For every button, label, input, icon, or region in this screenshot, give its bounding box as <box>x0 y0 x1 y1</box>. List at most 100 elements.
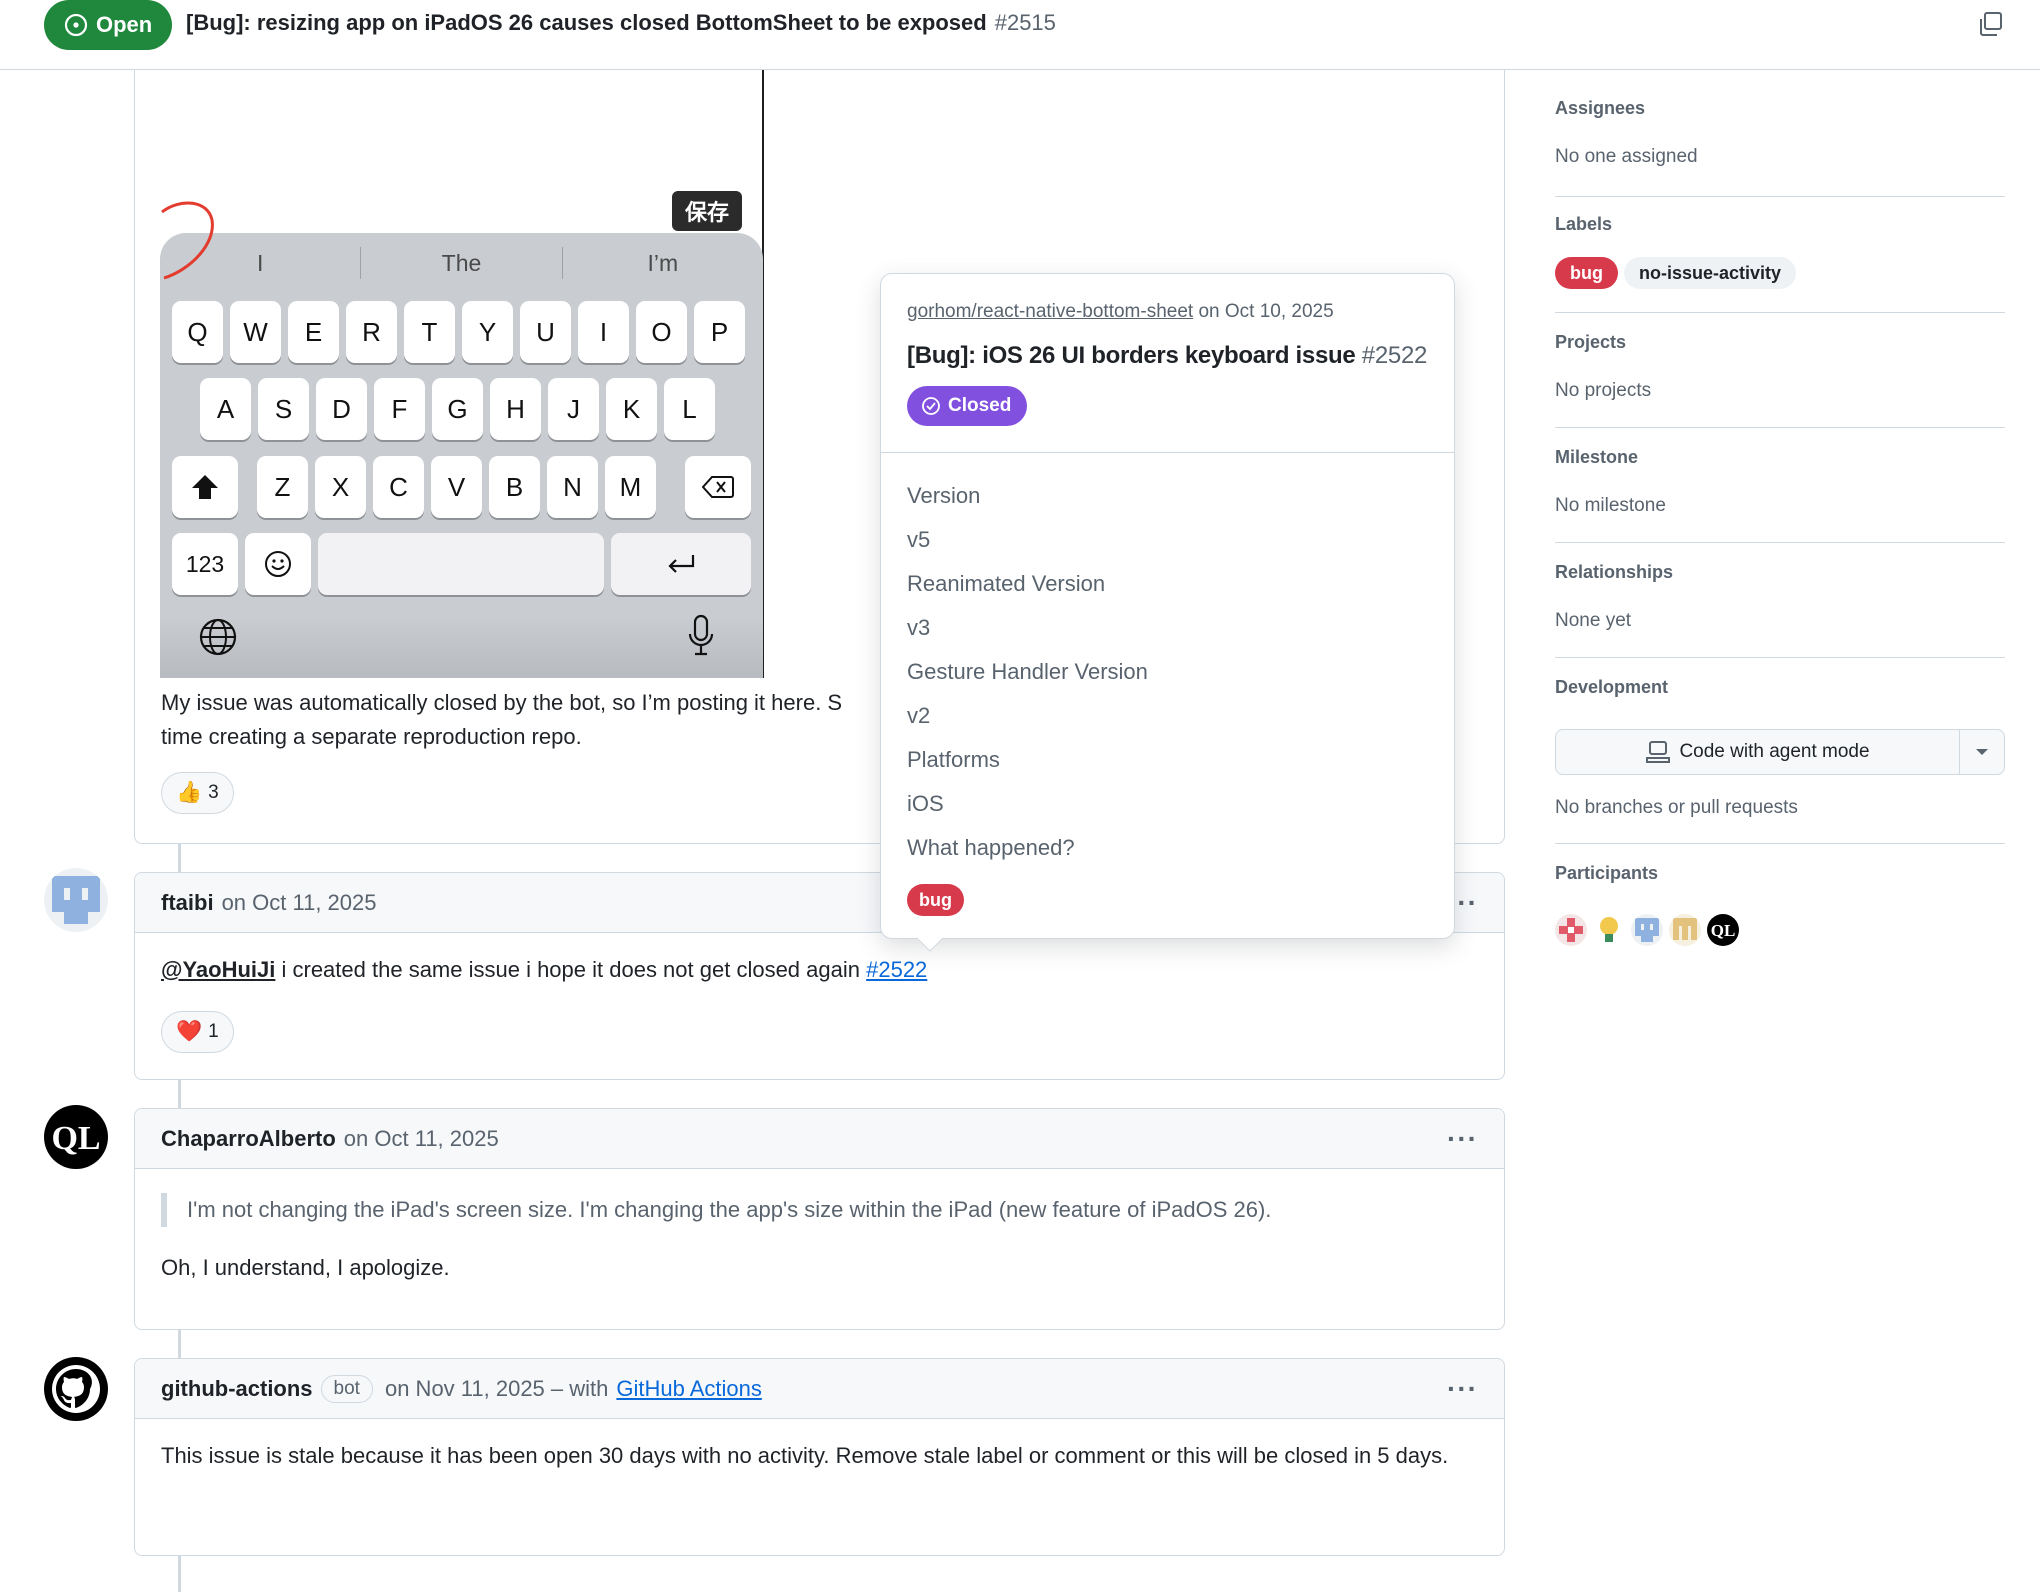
key-j[interactable]: J <box>548 378 599 440</box>
key-y[interactable]: Y <box>462 301 513 363</box>
comment-date[interactable]: on Oct 11, 2025 <box>344 1126 499 1152</box>
key-f[interactable]: F <box>374 378 425 440</box>
relationships-heading[interactable]: Relationships <box>1555 562 1673 583</box>
key-u[interactable]: U <box>520 301 571 363</box>
keyboard-panel: I The I’m QWERTYUIOP ASDFGHJKL ZXCVBNM 123 <box>160 233 763 678</box>
field-line: iOS <box>907 791 944 816</box>
globe-icon[interactable] <box>198 617 238 657</box>
more-options-icon[interactable]: ··· <box>1447 1123 1478 1155</box>
numbers-key[interactable]: 123 <box>172 533 238 595</box>
participant-avatar[interactable] <box>1593 914 1625 946</box>
reaction-heart[interactable]: ❤️ 1 <box>161 1011 234 1053</box>
field-line: v5 <box>907 527 931 552</box>
label-bug[interactable]: bug <box>1555 257 1618 289</box>
timeline-connector <box>178 844 181 872</box>
return-key[interactable] <box>611 533 751 595</box>
comment-card: ChaparroAlberto on Oct 11, 2025 ··· I'm … <box>134 1108 1505 1330</box>
participant-avatar[interactable] <box>1669 914 1701 946</box>
hovercard-label-bug[interactable]: bug <box>907 884 964 916</box>
issue-link[interactable]: #2522 <box>866 957 927 982</box>
key-m[interactable]: M <box>605 456 656 518</box>
key-i[interactable]: I <box>578 301 629 363</box>
key-q[interactable]: Q <box>172 301 223 363</box>
shift-key[interactable] <box>172 456 238 518</box>
comment-author[interactable]: ChaparroAlberto <box>161 1126 336 1152</box>
hovercard-title[interactable]: [Bug]: iOS 26 UI borders keyboard issue … <box>907 342 1427 370</box>
hovercard-divider <box>881 452 1454 453</box>
identicon-avatar <box>1673 918 1697 940</box>
key-c[interactable]: C <box>373 456 424 518</box>
labels-heading[interactable]: Labels <box>1555 214 1612 235</box>
milestone-heading[interactable]: Milestone <box>1555 447 1638 468</box>
key-b[interactable]: B <box>489 456 540 518</box>
key-n[interactable]: N <box>547 456 598 518</box>
comment-author[interactable]: github-actions <box>161 1376 313 1402</box>
labels-section: Labels bug no-issue-activity <box>1555 197 2005 313</box>
key-x[interactable]: X <box>315 456 366 518</box>
hovercard-date: on Oct 10, 2025 <box>1198 301 1334 322</box>
microphone-icon[interactable] <box>686 613 716 659</box>
key-a[interactable]: A <box>200 378 251 440</box>
comment-date[interactable]: on Nov 11, 2025 – with <box>385 1376 608 1402</box>
assignees-heading[interactable]: Assignees <box>1555 98 1645 119</box>
key-e[interactable]: E <box>288 301 339 363</box>
projects-heading[interactable]: Projects <box>1555 332 1626 353</box>
key-g[interactable]: G <box>432 378 483 440</box>
avatar[interactable] <box>44 868 108 932</box>
key-k[interactable]: K <box>606 378 657 440</box>
agent-dropdown-toggle[interactable] <box>1960 730 2004 774</box>
comment-text: My issue was automatically closed by the… <box>161 686 901 754</box>
svg-text:QL: QL <box>1711 921 1736 940</box>
key-v[interactable]: V <box>431 456 482 518</box>
key-d[interactable]: D <box>316 378 367 440</box>
copy-icon[interactable] <box>1976 10 2004 38</box>
key-r[interactable]: R <box>346 301 397 363</box>
field-line: Version <box>907 483 981 508</box>
blockquote: I'm not changing the iPad's screen size.… <box>161 1193 1271 1227</box>
label-no-issue-activity[interactable]: no-issue-activity <box>1624 257 1797 289</box>
user-mention[interactable]: @YaoHuiJi <box>161 957 275 982</box>
timeline-connector <box>178 1556 181 1592</box>
emoji-key[interactable] <box>245 533 311 595</box>
participant-avatar[interactable]: QL <box>1707 914 1739 946</box>
identicon-avatar <box>1559 918 1583 942</box>
code-with-agent-button[interactable]: Code with agent mode <box>1556 730 1960 774</box>
comment-date[interactable]: on Oct 11, 2025 <box>222 890 377 916</box>
thumbs-up-icon: 👍 <box>176 781 203 804</box>
comment-screenshot-image[interactable]: 保存 I The I’m QWERTYUIOP ASDFGHJKL ZXCVBNM … <box>160 70 765 678</box>
keyboard-bottom-edge <box>160 618 763 678</box>
space-key[interactable] <box>318 533 604 595</box>
avatar[interactable] <box>44 1357 108 1421</box>
development-section: Development Code with agent mode No bran… <box>1555 658 2005 844</box>
red-annotation-circle <box>161 201 214 280</box>
field-line: v3 <box>907 615 931 640</box>
avatar[interactable]: QL <box>44 1105 108 1169</box>
key-p[interactable]: P <box>694 301 745 363</box>
reaction-thumbs-up[interactable]: 👍 3 <box>161 772 234 814</box>
field-line: Platforms <box>907 747 1000 772</box>
key-s[interactable]: S <box>258 378 309 440</box>
smiley-icon <box>265 551 291 577</box>
key-o[interactable]: O <box>636 301 687 363</box>
key-t[interactable]: T <box>404 301 455 363</box>
participant-avatar[interactable] <box>1555 914 1587 946</box>
development-heading[interactable]: Development <box>1555 677 1668 698</box>
github-actions-link[interactable]: GitHub Actions <box>616 1376 762 1402</box>
reaction-count: 1 <box>208 1021 219 1042</box>
more-options-icon[interactable]: ··· <box>1447 1373 1478 1405</box>
key-z[interactable]: Z <box>257 456 308 518</box>
shift-icon <box>192 475 218 499</box>
suggestion-item[interactable]: I’m <box>563 233 763 293</box>
comment-author[interactable]: ftaibi <box>161 890 214 916</box>
timeline-connector <box>178 1080 181 1108</box>
backspace-icon <box>702 476 734 498</box>
repo-link[interactable]: gorhom/react-native-bottom-sheet <box>907 301 1193 322</box>
issue-state-badge: Open <box>44 0 172 50</box>
key-h[interactable]: H <box>490 378 541 440</box>
suggestion-item[interactable]: The <box>361 233 561 293</box>
backspace-key[interactable] <box>685 456 751 518</box>
sticky-header: Open [Bug]: resizing app on iPadOS 26 ca… <box>0 0 2040 70</box>
key-l[interactable]: L <box>664 378 715 440</box>
key-w[interactable]: W <box>230 301 281 363</box>
participant-avatar[interactable] <box>1631 914 1663 946</box>
